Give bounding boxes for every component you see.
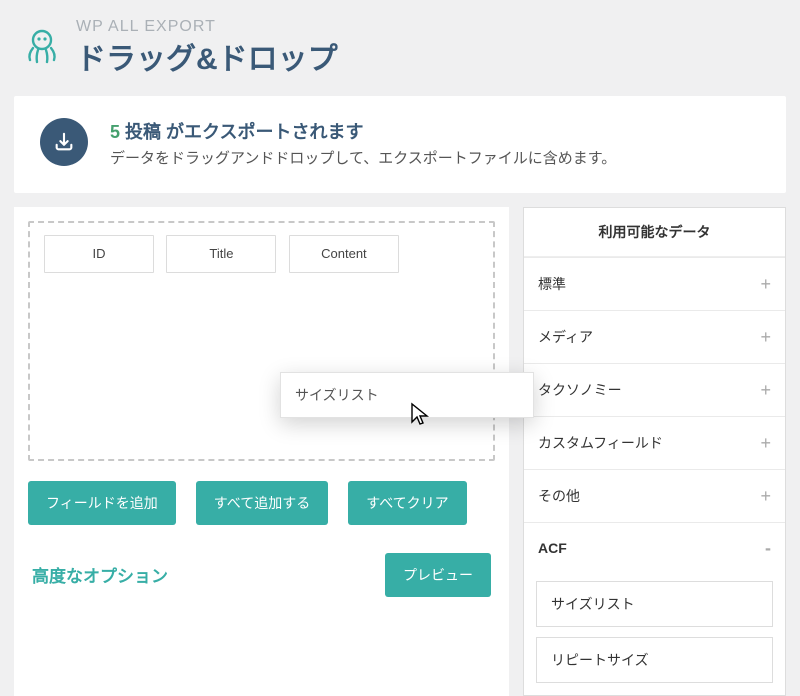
drag-ghost: サイズリスト	[280, 372, 534, 418]
export-count: 5	[110, 122, 120, 142]
accordion-section-acf[interactable]: ACF -	[524, 522, 785, 573]
acf-field-list: サイズリスト リピートサイズ	[524, 573, 785, 695]
page-header: WP ALL EXPORT ドラッグ&ドロップ	[0, 0, 800, 96]
draggable-field[interactable]: サイズリスト	[536, 581, 773, 627]
export-builder-panel: ID Title Content フィールドを追加 すべて追加する すべてクリア…	[14, 207, 509, 696]
expand-icon: +	[760, 381, 771, 399]
accordion-label: その他	[538, 486, 580, 506]
preview-button[interactable]: プレビュー	[385, 553, 491, 597]
add-field-button[interactable]: フィールドを追加	[28, 481, 176, 525]
info-banner: 5 投稿 がエクスポートされます データをドラッグアンドドロップして、エクスポー…	[14, 96, 786, 193]
accordion-label: 標準	[538, 274, 566, 294]
page-title: ドラッグ&ドロップ	[76, 34, 338, 78]
export-icon	[40, 118, 88, 166]
banner-heading-text: 投稿 がエクスポートされます	[120, 122, 363, 142]
expand-icon: +	[760, 328, 771, 346]
expand-icon: +	[760, 487, 771, 505]
expand-icon: +	[760, 434, 771, 452]
draggable-field[interactable]: リピートサイズ	[536, 637, 773, 683]
accordion-section-taxonomy[interactable]: タクソノミー +	[524, 363, 785, 416]
field-chip[interactable]: Content	[289, 235, 399, 273]
accordion-section-media[interactable]: メディア +	[524, 310, 785, 363]
accordion-label: メディア	[538, 327, 593, 347]
clear-all-button[interactable]: すべてクリア	[348, 481, 466, 525]
accordion-section-other[interactable]: その他 +	[524, 469, 785, 522]
banner-subtext: データをドラッグアンドドロップして、エクスポートファイルに含めます。	[110, 148, 760, 171]
accordion-section-standard[interactable]: 標準 +	[524, 257, 785, 310]
collapse-icon: -	[765, 539, 771, 557]
product-logo-icon	[20, 24, 64, 73]
expand-icon: +	[760, 275, 771, 293]
advanced-options-link[interactable]: 高度なオプション	[32, 562, 168, 587]
available-data-panel: 利用可能なデータ 標準 + メディア + タクソノミー + カスタムフィールド …	[523, 207, 786, 696]
accordion-label: ACF	[538, 540, 567, 556]
add-all-button[interactable]: すべて追加する	[196, 481, 328, 525]
field-chip[interactable]: Title	[166, 235, 276, 273]
available-data-header: 利用可能なデータ	[524, 208, 785, 257]
accordion-label: タクソノミー	[538, 380, 622, 400]
accordion-section-custom-fields[interactable]: カスタムフィールド +	[524, 416, 785, 469]
field-dropzone[interactable]: ID Title Content	[28, 221, 495, 461]
banner-heading: 5 投稿 がエクスポートされます	[110, 118, 760, 144]
field-chip[interactable]: ID	[44, 235, 154, 273]
accordion-label: カスタムフィールド	[538, 433, 663, 453]
